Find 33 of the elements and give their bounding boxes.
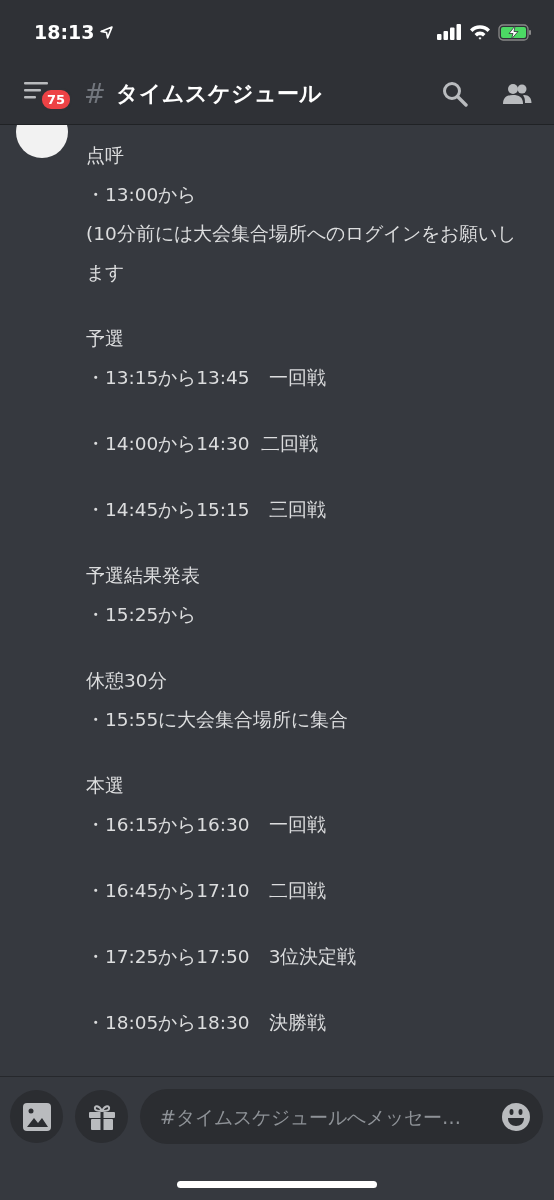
- message-line: ・15:55に大会集合場所に集合: [86, 708, 350, 732]
- search-icon[interactable]: [442, 81, 468, 107]
- unread-badge: 75: [40, 88, 73, 111]
- gift-button[interactable]: [75, 1090, 128, 1143]
- message-line: ・13:00から: [86, 183, 198, 207]
- message-line: ・14:45から15:15 三回戦: [86, 498, 327, 522]
- message-line: ・17:25から17:50 3位決定戦: [86, 945, 358, 969]
- smiley-icon[interactable]: [501, 1101, 531, 1132]
- message-line: ・16:15から16:30 一回戦: [86, 813, 327, 837]
- message-line: 本選: [86, 774, 125, 798]
- message-line: 休憩30分: [86, 669, 168, 693]
- image-icon: [22, 1102, 51, 1131]
- battery-charging-icon: [498, 23, 532, 41]
- channel-title: タイムスケジュール: [115, 80, 323, 108]
- message-line: ・14:00から14:30 二回戦: [86, 432, 320, 456]
- channel-hash: #: [84, 79, 106, 109]
- message-line: ・16:45から17:10 二回戦: [86, 879, 327, 903]
- message-line: ・18:05から18:30 決勝戦: [86, 1011, 327, 1035]
- message-line: 予選結果発表: [86, 564, 201, 588]
- wifi-icon: [469, 24, 491, 40]
- message-line: 予選: [86, 327, 125, 351]
- message-line: ・13:15から13:45 一回戦: [86, 366, 327, 390]
- image-upload-button[interactable]: [10, 1090, 63, 1143]
- members-icon[interactable]: [502, 83, 532, 105]
- location-arrow-icon: [100, 25, 114, 39]
- signal-icon: [437, 24, 462, 40]
- message-field[interactable]: #タイムスケジュールへメッセー…: [140, 1089, 543, 1144]
- message-line: (10分前には大会集合場所へのログインをお願いします: [86, 222, 517, 285]
- message-input[interactable]: #タイムスケジュールへメッセー…: [158, 1104, 493, 1129]
- message-line: 点呼: [86, 144, 125, 168]
- message-line: ・15:25から: [86, 603, 198, 627]
- gift-icon: [87, 1102, 116, 1131]
- clock-time: 18:13: [34, 21, 95, 43]
